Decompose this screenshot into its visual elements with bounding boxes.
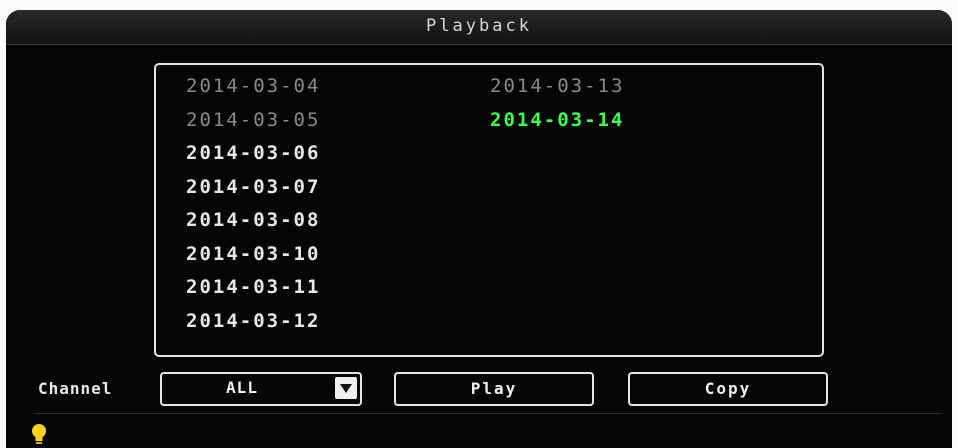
playback-screen: Playback 2014-03-04 2014-03-05 2014-03-0… <box>6 10 952 448</box>
triangle-down-icon[interactable] <box>335 377 357 399</box>
date-item[interactable]: 2014-03-11 <box>186 276 320 298</box>
status-divider <box>34 413 942 414</box>
date-item[interactable]: 2014-03-07 <box>186 176 320 198</box>
date-item[interactable]: 2014-03-08 <box>186 209 320 231</box>
date-item[interactable]: 2014-03-10 <box>186 243 320 265</box>
monitor-frame: Playback 2014-03-04 2014-03-05 2014-03-0… <box>0 0 958 448</box>
channel-value: ALL <box>226 378 258 397</box>
title-bar: Playback <box>6 10 952 45</box>
play-button[interactable]: Play <box>394 372 594 406</box>
date-item-selected[interactable]: 2014-03-14 <box>490 109 624 131</box>
lightbulb-icon <box>32 424 46 444</box>
date-list[interactable]: 2014-03-04 2014-03-05 2014-03-06 2014-03… <box>154 63 824 357</box>
date-item[interactable]: 2014-03-05 <box>186 109 320 131</box>
channel-select[interactable]: ALL <box>160 372 362 406</box>
date-item[interactable]: 2014-03-06 <box>186 142 320 164</box>
copy-button[interactable]: Copy <box>628 372 828 406</box>
window-title: Playback <box>426 16 532 36</box>
date-item[interactable]: 2014-03-04 <box>186 75 320 97</box>
date-item[interactable]: 2014-03-13 <box>490 75 624 97</box>
date-item[interactable]: 2014-03-12 <box>186 310 320 332</box>
channel-label: Channel <box>38 379 113 398</box>
